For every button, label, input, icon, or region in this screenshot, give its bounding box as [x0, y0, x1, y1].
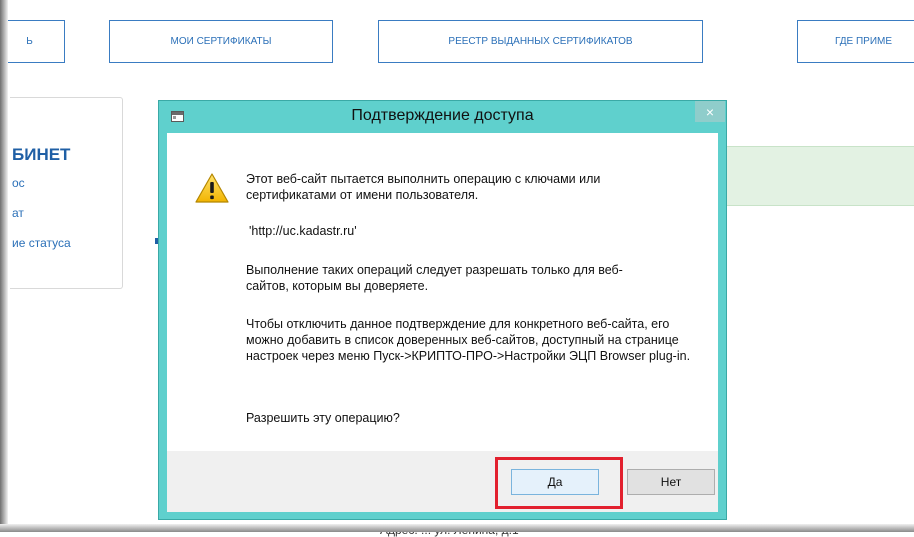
no-button[interactable]: Нет: [627, 469, 715, 495]
site-url: 'http://uc.kadastr.ru': [249, 224, 357, 238]
notice-strip: [708, 146, 914, 206]
cabinet-link[interactable]: ос: [12, 176, 25, 190]
dialog-footer: Да Нет: [167, 451, 718, 512]
nav-button-partial[interactable]: Ь: [0, 20, 65, 63]
dialog-content: Этот веб-сайт пытается выполнить операци…: [167, 133, 718, 451]
yes-button[interactable]: Да: [511, 469, 599, 495]
cabinet-title: БИНЕТ: [12, 145, 71, 164]
nav-where-used[interactable]: ГДЕ ПРИМЕ: [797, 20, 914, 63]
dialog-title: Подтверждение доступа: [351, 107, 534, 124]
close-button[interactable]: ×: [695, 101, 725, 122]
nav-my-certificates[interactable]: МОИ СЕРТИФИКАТЫ: [109, 20, 333, 63]
left-shadow: [0, 0, 8, 532]
access-confirmation-dialog: Подтверждение доступа × Этот веб-сайт пы…: [158, 100, 727, 520]
cabinet-link[interactable]: ат: [12, 206, 24, 220]
nav-registry-issued-certificates[interactable]: РЕЕСТР ВЫДАННЫХ СЕРТИФИКАТОВ: [378, 20, 703, 63]
close-icon: ×: [705, 103, 715, 120]
message-question: Разрешить эту операцию?: [246, 411, 400, 425]
cabinet-panel: [10, 97, 123, 289]
message-intro: Этот веб-сайт пытается выполнить операци…: [246, 172, 601, 202]
cabinet-link[interactable]: ие статуса: [12, 236, 71, 250]
message-instructions: Чтобы отключить данное подтверждение для…: [246, 317, 691, 363]
dialog-title-bar[interactable]: Подтверждение доступа ×: [159, 101, 726, 133]
message-trust: Выполнение таких операций следует разреш…: [246, 263, 623, 293]
warning-icon: [195, 173, 229, 203]
bottom-shadow: [0, 524, 914, 532]
